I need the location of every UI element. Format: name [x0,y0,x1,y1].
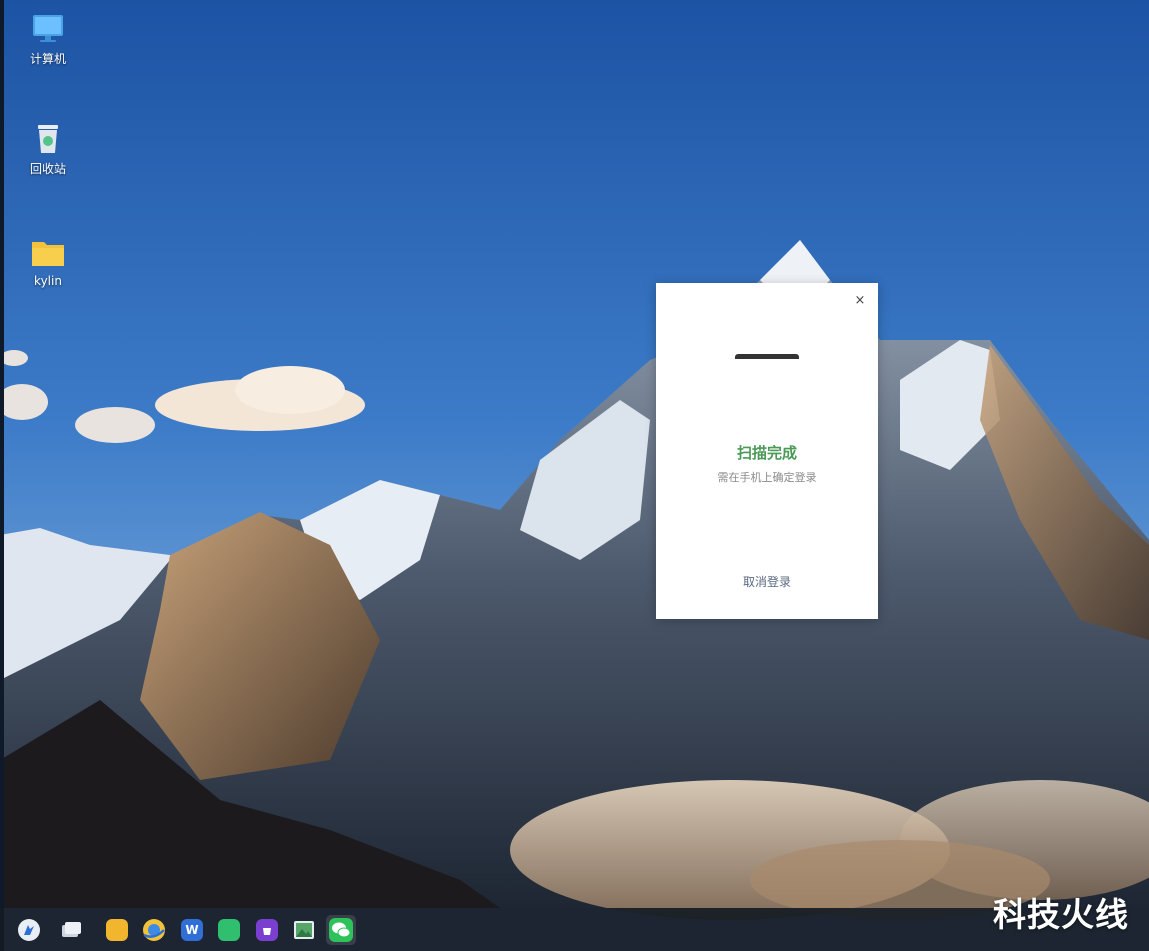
desktop-wallpaper [0,0,1149,951]
trash-icon [38,125,58,153]
desktop-icon-label: 计算机 [29,52,66,66]
scan-status-hint: 需在手机上确定登录 [717,471,817,484]
desktop-icon-trash[interactable]: 回收站 [8,120,88,177]
phone-illustration-icon [735,354,799,359]
message-app-icon [218,919,240,941]
image-viewer-button[interactable] [289,915,319,945]
file-manager-icon [106,919,128,941]
desktop-icon-label: kylin [34,274,62,288]
desktop-icon-label: 回收站 [29,162,66,176]
close-icon[interactable]: × [852,293,868,309]
login-dialog: × 扫描完成 需在手机上确定登录 取消登录 [656,283,878,619]
wps-icon: W [181,919,203,941]
cancel-login-link[interactable]: 取消登录 [656,573,878,590]
start-menu-icon [18,919,40,941]
browser-icon [143,919,165,941]
desktop-icon-computer[interactable]: 计算机 [8,10,88,67]
start-menu-button[interactable] [14,915,44,945]
watermark-text: 科技火线 [993,895,1129,934]
scan-status-title: 扫描完成 [736,444,797,462]
wechat-button[interactable] [326,915,356,945]
computer-icon [33,15,63,42]
file-manager-button[interactable] [102,915,132,945]
software-store-icon [256,919,278,941]
desktop-icon-kylin-folder[interactable]: kylin [8,234,88,288]
multitask-view-icon [62,922,81,937]
browser-button[interactable] [139,915,169,945]
software-store-button[interactable] [252,915,282,945]
image-viewer-icon [294,921,314,939]
multitask-view-button[interactable] [56,915,86,945]
message-app-button[interactable] [214,915,244,945]
taskbar: W [0,908,1149,951]
wechat-icon [329,918,353,942]
wps-button[interactable]: W [177,915,207,945]
screen-left-edge [0,0,4,951]
folder-icon [32,242,64,266]
